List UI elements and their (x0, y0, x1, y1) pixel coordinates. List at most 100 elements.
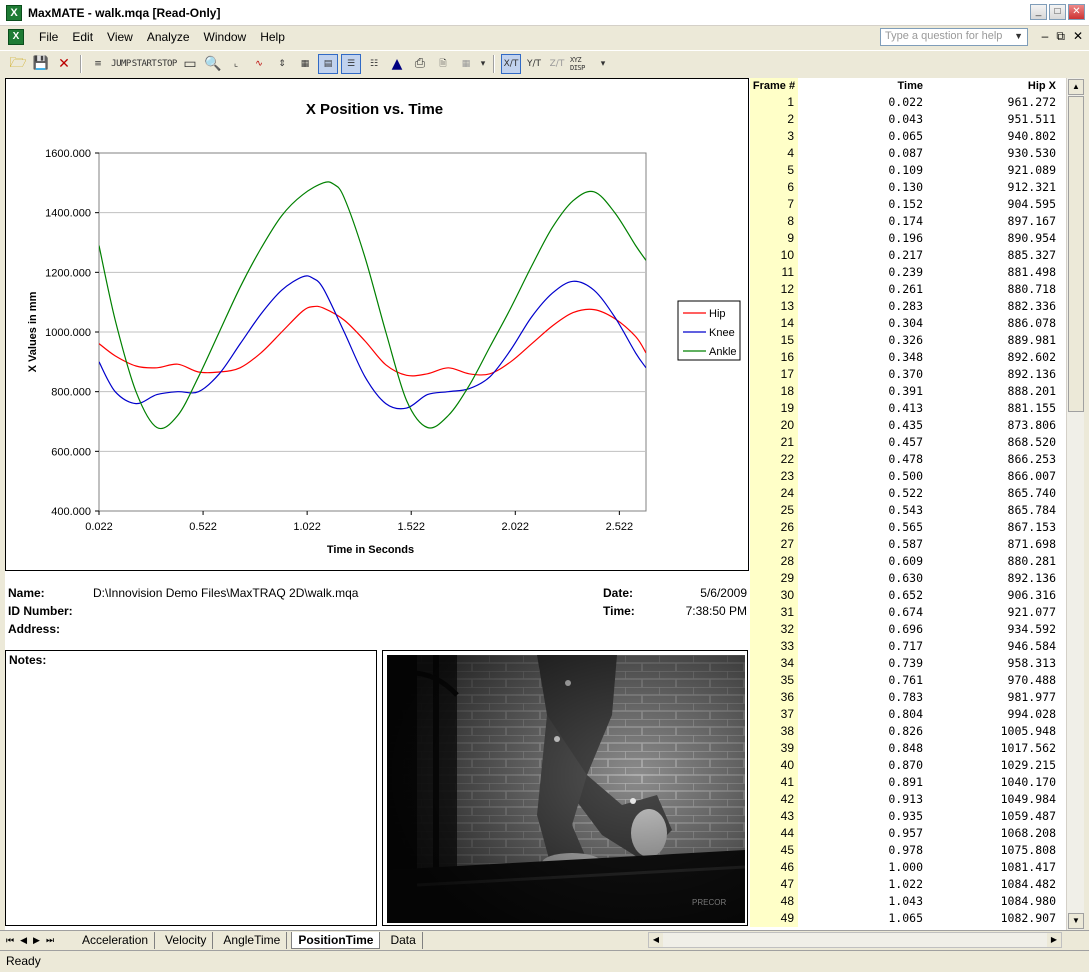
table-row[interactable]: 47 1.022 1084.482 (750, 876, 1066, 893)
hip-x-cell[interactable]: 886.078 (926, 315, 1066, 332)
time-cell[interactable]: 0.087 (798, 145, 926, 162)
hip-x-cell[interactable]: 1084.482 (926, 876, 1066, 893)
table-row[interactable]: 15 0.326 889.981 (750, 332, 1066, 349)
frame-cell[interactable]: 40 (750, 757, 798, 774)
help-search-input[interactable]: Type a question for help ▼ (880, 28, 1028, 46)
table-row[interactable]: 27 0.587 871.698 (750, 536, 1066, 553)
hip-x-cell[interactable]: 1017.562 (926, 740, 1066, 757)
menu-edit[interactable]: Edit (65, 30, 100, 44)
spread-icon[interactable]: ⇕ (272, 54, 292, 74)
chevron-down-icon[interactable]: ▼ (1014, 31, 1023, 41)
hip-x-cell[interactable]: 865.784 (926, 502, 1066, 519)
frame-cell[interactable]: 26 (750, 519, 798, 536)
time-cell[interactable]: 0.978 (798, 842, 926, 859)
time-cell[interactable]: 0.891 (798, 774, 926, 791)
table-row[interactable]: 36 0.783 981.977 (750, 689, 1066, 706)
time-cell[interactable]: 1.022 (798, 876, 926, 893)
hip-x-cell[interactable]: 868.520 (926, 434, 1066, 451)
hip-x-cell[interactable]: 885.327 (926, 247, 1066, 264)
table-row[interactable]: 48 1.043 1084.980 (750, 893, 1066, 910)
table-row[interactable]: 31 0.674 921.077 (750, 604, 1066, 621)
print-preview-icon[interactable]: 🗎 (433, 54, 453, 74)
table-row[interactable]: 23 0.500 866.007 (750, 468, 1066, 485)
frame-cell[interactable]: 44 (750, 825, 798, 842)
frame-cell[interactable]: 32 (750, 621, 798, 638)
table-row[interactable]: 10 0.217 885.327 (750, 247, 1066, 264)
hip-x-cell[interactable]: 1049.984 (926, 791, 1066, 808)
doc-close-button[interactable]: ✕ (1073, 29, 1083, 44)
frame-cell[interactable]: 14 (750, 315, 798, 332)
hip-x-cell[interactable]: 1029.215 (926, 757, 1066, 774)
zoom-icon[interactable]: 🔍 (203, 54, 223, 74)
frame-cell[interactable]: 13 (750, 298, 798, 315)
time-cell[interactable]: 0.304 (798, 315, 926, 332)
frame-cell[interactable]: 22 (750, 451, 798, 468)
frame-cell[interactable]: 47 (750, 876, 798, 893)
table-row[interactable]: 21 0.457 868.520 (750, 434, 1066, 451)
menu-analyze[interactable]: Analyze (140, 30, 197, 44)
time-cell[interactable]: 0.674 (798, 604, 926, 621)
frame-cell[interactable]: 36 (750, 689, 798, 706)
time-cell[interactable]: 0.500 (798, 468, 926, 485)
hip-x-cell[interactable]: 994.028 (926, 706, 1066, 723)
frame-cell[interactable]: 45 (750, 842, 798, 859)
next-tab-icon[interactable]: ▶ (33, 935, 40, 946)
excel-app-icon[interactable]: X (6, 4, 22, 21)
table-row[interactable]: 1 0.022 961.272 (750, 94, 1066, 111)
scroll-right-icon[interactable]: ▶ (1047, 933, 1061, 947)
frame-cell[interactable]: 48 (750, 893, 798, 910)
hip-x-cell[interactable]: 881.155 (926, 400, 1066, 417)
table-row[interactable]: 16 0.348 892.602 (750, 349, 1066, 366)
time-cell[interactable]: 0.913 (798, 791, 926, 808)
table-row[interactable]: 33 0.717 946.584 (750, 638, 1066, 655)
hip-x-cell[interactable]: 880.281 (926, 553, 1066, 570)
hip-x-cell[interactable]: 865.740 (926, 485, 1066, 502)
doc-restore-button[interactable]: ⧉ (1056, 29, 1065, 44)
x-vs-t-icon[interactable]: X/T (501, 53, 521, 74)
table-row[interactable]: 6 0.130 912.321 (750, 179, 1066, 196)
hip-x-column-header[interactable]: Hip X (926, 78, 1066, 94)
hip-x-cell[interactable]: 981.977 (926, 689, 1066, 706)
frame-cell[interactable]: 1 (750, 94, 798, 111)
hip-x-cell[interactable]: 1084.980 (926, 893, 1066, 910)
hip-x-cell[interactable]: 866.253 (926, 451, 1066, 468)
frame-cell[interactable]: 46 (750, 859, 798, 876)
time-cell[interactable]: 1.065 (798, 910, 926, 927)
frame-cell[interactable]: 8 (750, 213, 798, 230)
table-row[interactable]: 26 0.565 867.153 (750, 519, 1066, 536)
hip-x-cell[interactable]: 867.153 (926, 519, 1066, 536)
tab-positiontime[interactable]: PositionTime (291, 931, 381, 949)
time-cell[interactable]: 0.174 (798, 213, 926, 230)
tab-angletime[interactable]: AngleTime (217, 931, 288, 949)
open-folder-icon[interactable]: 🗁 (8, 54, 28, 74)
hip-x-cell[interactable]: 1040.170 (926, 774, 1066, 791)
hip-x-cell[interactable]: 1081.417 (926, 859, 1066, 876)
horizontal-scrollbar[interactable]: ◀ ▶ (648, 932, 1062, 948)
hip-x-cell[interactable]: 871.698 (926, 536, 1066, 553)
menu-help[interactable]: Help (253, 30, 292, 44)
frame-cell[interactable]: 15 (750, 332, 798, 349)
delete-icon[interactable]: ✕ (54, 54, 74, 74)
frame-cell[interactable]: 28 (750, 553, 798, 570)
hip-x-cell[interactable]: 951.511 (926, 111, 1066, 128)
dropdown-arrow-icon[interactable]: ▾ (479, 54, 487, 74)
last-tab-icon[interactable]: ⏭ (46, 935, 54, 946)
frame-cell[interactable]: 20 (750, 417, 798, 434)
frame-cell[interactable]: 43 (750, 808, 798, 825)
save-icon[interactable]: 💾 (31, 54, 51, 74)
frame-cell[interactable]: 37 (750, 706, 798, 723)
frame-cell[interactable]: 24 (750, 485, 798, 502)
time-cell[interactable]: 0.587 (798, 536, 926, 553)
print-icon[interactable]: ⎙ (410, 54, 430, 74)
tab-velocity[interactable]: Velocity (159, 931, 214, 949)
table-row[interactable]: 8 0.174 897.167 (750, 213, 1066, 230)
time-cell[interactable]: 0.870 (798, 757, 926, 774)
time-cell[interactable]: 0.413 (798, 400, 926, 417)
hip-x-cell[interactable]: 888.201 (926, 383, 1066, 400)
scroll-down-icon[interactable]: ▼ (1068, 913, 1084, 929)
vertical-scrollbar[interactable]: ▲ ▼ (1066, 78, 1084, 930)
table-row[interactable]: 49 1.065 1082.907 (750, 910, 1066, 927)
time-cell[interactable]: 0.196 (798, 230, 926, 247)
time-column-header[interactable]: Time (798, 78, 926, 94)
table-row[interactable]: 32 0.696 934.592 (750, 621, 1066, 638)
